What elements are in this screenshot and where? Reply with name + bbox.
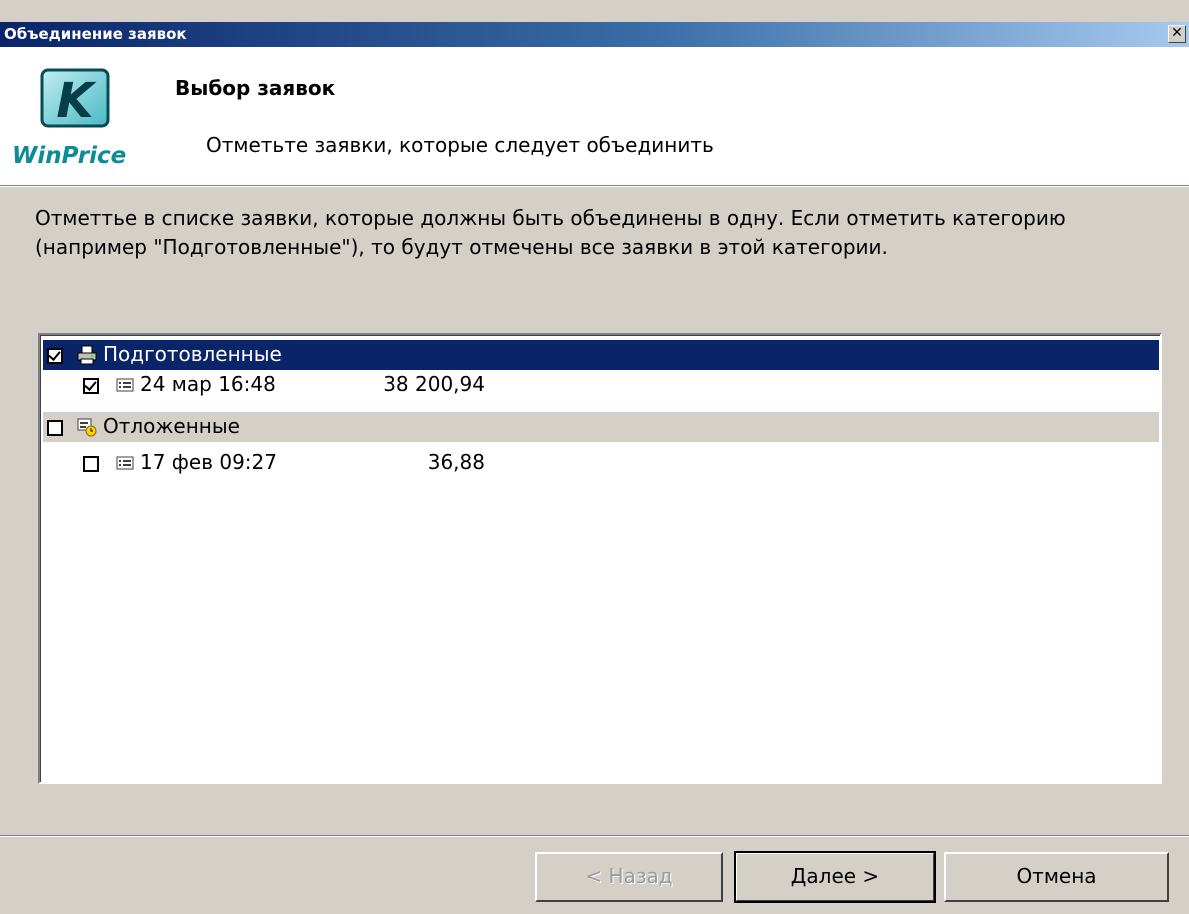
printer-icon bbox=[77, 345, 97, 365]
category-prepared-checkbox[interactable] bbox=[47, 348, 63, 364]
order-date: 17 фев 09:27 bbox=[140, 450, 277, 474]
order-amount: 38 200,94 bbox=[383, 372, 485, 396]
document-list-icon bbox=[116, 456, 134, 470]
tree-item-order[interactable]: 17 фев 09:27 36,88 bbox=[43, 448, 1159, 478]
step-title: Выбор заявок bbox=[175, 76, 336, 100]
next-button[interactable]: Далее > bbox=[734, 851, 936, 903]
back-button[interactable]: < Назад bbox=[535, 852, 723, 902]
tree-item-order[interactable]: 24 мар 16:48 38 200,94 bbox=[43, 370, 1159, 400]
wizard-header bbox=[0, 47, 1189, 186]
order-checkbox[interactable] bbox=[83, 456, 99, 472]
order-amount: 36,88 bbox=[427, 450, 485, 474]
instructions-text: Отметтье в списке заявки, которые должны… bbox=[35, 206, 1066, 259]
winprice-logo-icon: K bbox=[40, 68, 110, 128]
deferred-clock-icon bbox=[77, 418, 97, 437]
close-button[interactable]: ✕ bbox=[1168, 25, 1186, 43]
order-date: 24 мар 16:48 bbox=[140, 372, 276, 396]
orders-tree-list[interactable]: Подготовленные 24 мар 16:48 38 200,94 От… bbox=[38, 333, 1162, 784]
document-list-icon bbox=[116, 378, 134, 392]
close-icon: ✕ bbox=[1171, 25, 1183, 41]
category-label: Подготовленные bbox=[103, 342, 282, 366]
order-checkbox[interactable] bbox=[83, 378, 99, 394]
tree-category-deferred[interactable]: Отложенные bbox=[43, 412, 1159, 442]
step-subtitle: Отметьте заявки, которые следует объедин… bbox=[206, 133, 714, 157]
cancel-button[interactable]: Отмена bbox=[944, 852, 1169, 902]
category-label: Отложенные bbox=[103, 414, 240, 438]
tree-category-prepared[interactable]: Подготовленные bbox=[43, 340, 1159, 370]
title-bar: Объединение заявок ✕ bbox=[0, 22, 1189, 47]
window-title: Объединение заявок bbox=[4, 25, 187, 43]
logo-text: WinPrice bbox=[12, 143, 127, 169]
category-deferred-checkbox[interactable] bbox=[47, 420, 63, 436]
logo-letter: K bbox=[56, 73, 97, 128]
